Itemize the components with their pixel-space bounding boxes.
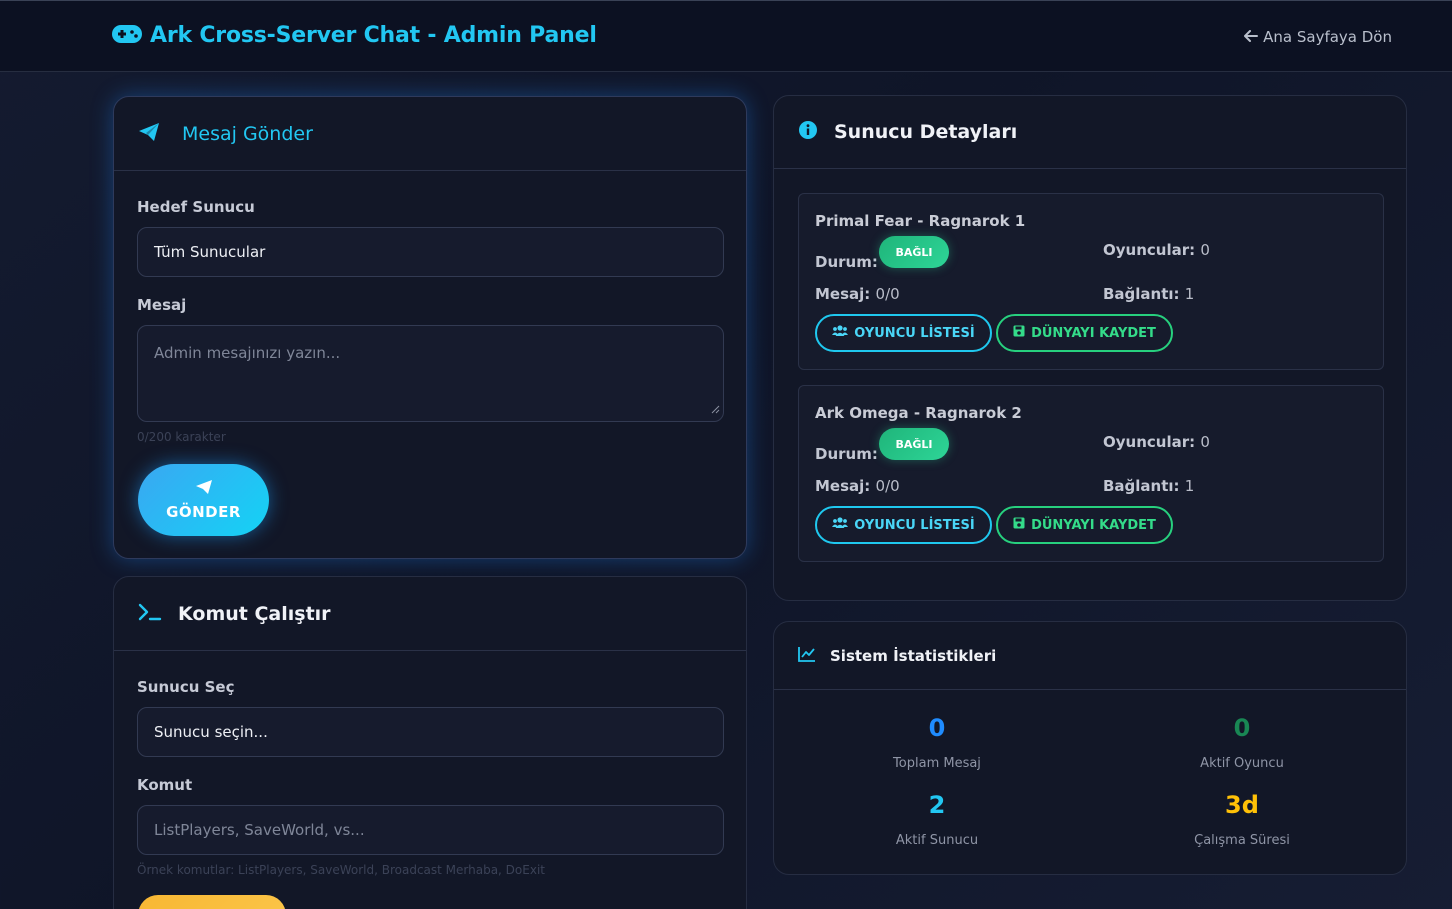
command-examples-hint: Örnek komutlar: ListPlayers, SaveWorld, … [137, 863, 545, 877]
send-message-header: Mesaj Gönder [114, 97, 746, 171]
messages-key: Mesaj: [815, 285, 871, 303]
connections-key: Bağlantı: [1103, 285, 1180, 303]
send-button-label: GÖNDER [166, 503, 241, 521]
server-details-title: Sunucu Detayları [834, 121, 1018, 143]
server-item: Primal Fear - Ragnarok 1 Durum: BAĞLI Oy… [798, 193, 1384, 370]
message-textarea[interactable]: Admin mesajınızı yazın... [137, 325, 724, 422]
player-list-button[interactable]: OYUNCU LİSTESİ [815, 314, 992, 352]
send-button[interactable]: GÖNDER [138, 464, 269, 536]
connections-value: 1 [1184, 477, 1195, 495]
paper-plane-icon [195, 479, 213, 499]
server-details-header: Sunucu Detayları [774, 96, 1406, 169]
command-placeholder: ListPlayers, SaveWorld, vs... [154, 821, 365, 839]
active-players-label: Aktif Oyuncu [1200, 756, 1284, 771]
connections-row: Bağlantı: 1 [1103, 477, 1194, 495]
info-circle-icon [798, 120, 818, 144]
message-label: Mesaj [137, 296, 187, 314]
save-icon [1013, 325, 1025, 341]
message-placeholder: Admin mesajınızı yazın... [154, 344, 341, 362]
players-key: Oyuncular: [1103, 433, 1196, 451]
messages-value: 0/0 [875, 477, 900, 495]
players-value: 0 [1200, 433, 1210, 451]
server-item: Ark Omega - Ragnarok 2 Durum: BAĞLI Oyun… [798, 385, 1384, 562]
navbar: Ark Cross-Server Chat - Admin Panel Ana … [0, 0, 1452, 72]
command-label: Komut [137, 776, 193, 794]
arrow-left-icon [1244, 28, 1259, 46]
server-details-card: Sunucu Detayları Primal Fear - Ragnarok … [773, 95, 1407, 601]
line-chart-icon [798, 646, 816, 666]
server-name: Ark Omega - Ragnarok 2 [815, 404, 1022, 422]
player-list-label: OYUNCU LİSTESİ [854, 517, 975, 533]
player-list-button[interactable]: OYUNCU LİSTESİ [815, 506, 992, 544]
active-servers-label: Aktif Sunucu [895, 833, 979, 848]
system-stats-header: Sistem İstatistikleri [774, 622, 1406, 690]
save-world-label: DÜNYAYI KAYDET [1031, 325, 1156, 341]
resize-handle-icon[interactable] [711, 400, 720, 418]
server-select-label: Sunucu Seç [137, 678, 235, 696]
send-message-card: Mesaj Gönder Hedef Sunucu Tüm Sunucular … [113, 96, 747, 559]
target-server-select[interactable]: Tüm Sunucular [137, 227, 724, 277]
run-command-title: Komut Çalıştır [178, 602, 331, 625]
command-input[interactable]: ListPlayers, SaveWorld, vs... [137, 805, 724, 855]
uptime-value: 3d [1225, 791, 1259, 819]
users-icon [832, 325, 849, 341]
connections-key: Bağlantı: [1103, 477, 1180, 495]
gamepad-icon [112, 24, 142, 48]
save-world-label: DÜNYAYI KAYDET [1031, 517, 1156, 533]
messages-value: 0/0 [875, 285, 900, 303]
target-server-label: Hedef Sunucu [137, 198, 255, 216]
active-servers-value: 2 [928, 791, 946, 819]
status-key: Durum: [815, 253, 878, 271]
server-name: Primal Fear - Ragnarok 1 [815, 212, 1026, 230]
players-row: Oyuncular: 0 [1103, 433, 1210, 451]
app-title: Ark Cross-Server Chat - Admin Panel [150, 23, 597, 48]
system-stats-card: Sistem İstatistikleri 0 Toplam Mesaj 0 A… [773, 621, 1407, 875]
run-command-button[interactable] [138, 895, 286, 909]
total-messages-value: 0 [928, 714, 946, 742]
messages-key: Mesaj: [815, 477, 871, 495]
server-select[interactable]: Sunucu seçin... [137, 707, 724, 757]
status-badge: BAĞLI [879, 236, 949, 268]
brand[interactable]: Ark Cross-Server Chat - Admin Panel [112, 23, 597, 48]
status-key: Durum: [815, 445, 878, 463]
connections-row: Bağlantı: 1 [1103, 285, 1194, 303]
send-message-title: Mesaj Gönder [182, 122, 313, 145]
player-list-label: OYUNCU LİSTESİ [854, 325, 975, 341]
save-icon [1013, 517, 1025, 533]
players-row: Oyuncular: 0 [1103, 241, 1210, 259]
back-home-link[interactable]: Ana Sayfaya Dön [1244, 28, 1392, 46]
messages-row: Mesaj: 0/0 [815, 477, 900, 495]
users-icon [832, 517, 849, 533]
uptime-label: Çalışma Süresi [1194, 833, 1290, 848]
save-world-button[interactable]: DÜNYAYI KAYDET [996, 506, 1173, 544]
players-value: 0 [1200, 241, 1210, 259]
char-counter: 0/200 karakter [137, 430, 226, 444]
server-select-value: Sunucu seçin... [154, 723, 268, 741]
players-key: Oyuncular: [1103, 241, 1196, 259]
run-command-header: Komut Çalıştır [114, 577, 746, 651]
back-home-label: Ana Sayfaya Dön [1263, 28, 1392, 46]
active-players-value: 0 [1233, 714, 1251, 742]
messages-row: Mesaj: 0/0 [815, 285, 900, 303]
status-badge: BAĞLI [879, 428, 949, 460]
connections-value: 1 [1184, 285, 1195, 303]
terminal-icon [138, 602, 162, 626]
paper-plane-icon [138, 122, 160, 146]
system-stats-title: Sistem İstatistikleri [830, 646, 997, 665]
run-command-card: Komut Çalıştır Sunucu Seç Sunucu seçin..… [113, 576, 747, 909]
total-messages-label: Toplam Mesaj [893, 756, 981, 771]
target-server-value: Tüm Sunucular [154, 243, 266, 261]
save-world-button[interactable]: DÜNYAYI KAYDET [996, 314, 1173, 352]
